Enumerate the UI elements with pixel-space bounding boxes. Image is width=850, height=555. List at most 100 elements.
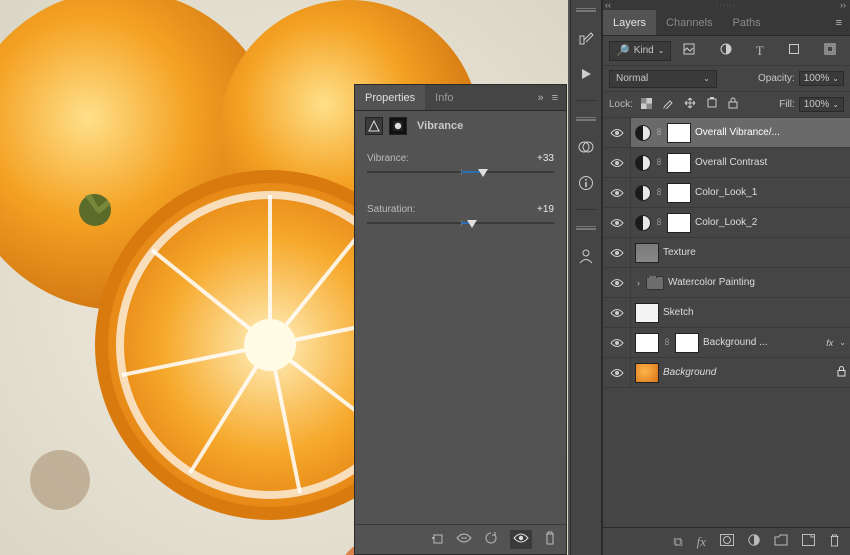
tab-channels[interactable]: Channels: [656, 10, 722, 35]
collapse-left-icon[interactable]: ‹‹: [605, 0, 611, 10]
expand-group-icon[interactable]: ›: [637, 278, 640, 288]
clip-to-layer-icon[interactable]: [430, 531, 444, 548]
visibility-toggle[interactable]: [603, 238, 631, 267]
visibility-toggle[interactable]: [603, 148, 631, 177]
saturation-value[interactable]: +19: [537, 204, 554, 215]
vibrance-value[interactable]: +33: [537, 153, 554, 164]
overlapping-circles-icon[interactable]: [576, 137, 596, 157]
new-layer-icon[interactable]: [802, 534, 815, 549]
layer-name[interactable]: Color_Look_2: [695, 217, 846, 228]
info-icon[interactable]: [576, 173, 596, 193]
visibility-toggle[interactable]: [603, 328, 631, 357]
layer-mask-thumb[interactable]: [667, 123, 691, 143]
blend-mode-select[interactable]: Normal ⌄: [609, 70, 717, 88]
tab-properties[interactable]: Properties: [355, 85, 425, 110]
visibility-toggle[interactable]: [603, 118, 631, 147]
tab-paths[interactable]: Paths: [723, 10, 771, 35]
visibility-toggle[interactable]: [603, 268, 631, 297]
layer-row[interactable]: Sketch: [603, 298, 850, 328]
visibility-toggle[interactable]: [603, 178, 631, 207]
layers-panel: ‹‹ :::::: ›› Layers Channels Paths ≡ 🔎 K…: [602, 0, 850, 555]
toggle-visibility-icon[interactable]: [510, 530, 532, 549]
fill-field[interactable]: 100%⌄: [799, 97, 844, 112]
filter-shape-icon[interactable]: [788, 43, 800, 58]
layer-name[interactable]: Overall Vibrance/...: [695, 127, 846, 138]
layer-row[interactable]: 𝟾 Background ... fx ⌄: [603, 328, 850, 358]
add-mask-icon[interactable]: [720, 534, 734, 549]
layer-row[interactable]: › Watercolor Painting: [603, 268, 850, 298]
layer-name[interactable]: Texture: [663, 247, 846, 258]
layer-name[interactable]: Overall Contrast: [695, 157, 846, 168]
layer-name[interactable]: Color_Look_1: [695, 187, 846, 198]
layer-row[interactable]: Texture: [603, 238, 850, 268]
link-layers-icon[interactable]: ⧉: [673, 534, 682, 550]
lock-transparency-icon[interactable]: [641, 98, 652, 112]
layers-list[interactable]: 𝟾 Overall Vibrance/... 𝟾 Overall Contrast 𝟾 C…: [603, 118, 850, 527]
tab-info[interactable]: Info: [425, 85, 463, 110]
visibility-toggle[interactable]: [603, 298, 631, 327]
link-icon[interactable]: 𝟾: [655, 217, 663, 228]
layer-thumb[interactable]: [635, 363, 659, 383]
collapse-arrows-icon[interactable]: »: [537, 92, 543, 104]
person-icon[interactable]: [576, 246, 596, 266]
layer-mask-thumb[interactable]: [667, 153, 691, 173]
link-icon[interactable]: 𝟾: [655, 187, 663, 198]
properties-footer: [355, 524, 566, 554]
layer-mask-thumb[interactable]: [667, 183, 691, 203]
lock-position-icon[interactable]: [684, 97, 696, 112]
visibility-toggle[interactable]: [603, 358, 631, 387]
filter-smart-icon[interactable]: [824, 43, 836, 58]
layer-name[interactable]: Background: [663, 367, 829, 378]
layer-name[interactable]: Sketch: [663, 307, 846, 318]
saturation-slider[interactable]: [367, 217, 554, 231]
layer-effects-badge[interactable]: fx: [826, 338, 833, 348]
adjustment-header: Vibrance: [355, 111, 566, 141]
filter-adjustment-icon[interactable]: [720, 43, 732, 58]
opacity-field[interactable]: 100%⌄: [799, 71, 844, 86]
vibrance-slider[interactable]: [367, 166, 554, 180]
layers-panel-menu-icon[interactable]: ≡: [828, 10, 850, 35]
layer-row[interactable]: 𝟾 Color_Look_1: [603, 178, 850, 208]
view-previous-icon[interactable]: [456, 532, 472, 547]
expand-right-icon[interactable]: ››: [840, 0, 846, 10]
layer-row[interactable]: 𝟾 Overall Vibrance/...: [603, 118, 850, 148]
history-brush-icon[interactable]: [576, 28, 596, 48]
layer-effects-icon[interactable]: fx: [697, 534, 706, 550]
link-icon[interactable]: 𝟾: [655, 157, 663, 168]
play-action-icon[interactable]: [576, 64, 596, 84]
layer-name[interactable]: Watercolor Painting: [668, 277, 846, 288]
visibility-toggle[interactable]: [603, 208, 631, 237]
layer-thumb[interactable]: [635, 333, 659, 353]
link-icon[interactable]: 𝟾: [655, 127, 663, 138]
panel-drag-bar[interactable]: ‹‹ :::::: ››: [603, 0, 850, 10]
layer-thumb[interactable]: [635, 243, 659, 263]
layer-name[interactable]: Background ...: [703, 337, 820, 348]
dock-grip[interactable]: [576, 226, 596, 230]
mask-mode-icon[interactable]: [389, 117, 407, 135]
saturation-slider-thumb[interactable]: [467, 220, 477, 228]
lock-artboard-icon[interactable]: [706, 97, 718, 112]
layer-thumb[interactable]: [635, 303, 659, 323]
layer-mask-thumb[interactable]: [667, 213, 691, 233]
layer-mask-thumb[interactable]: [675, 333, 699, 353]
layer-row[interactable]: 𝟾 Color_Look_2: [603, 208, 850, 238]
filter-kind-select[interactable]: 🔎 Kind ⌄: [609, 41, 671, 61]
dock-grip[interactable]: [576, 117, 596, 121]
filter-type-icon[interactable]: T: [756, 43, 764, 59]
chevron-down-icon[interactable]: ⌄: [839, 338, 846, 347]
new-adjustment-icon[interactable]: [748, 534, 760, 549]
filter-pixel-icon[interactable]: [683, 43, 695, 58]
vibrance-slider-thumb[interactable]: [478, 169, 488, 177]
tab-layers[interactable]: Layers: [603, 10, 656, 35]
layer-row[interactable]: Background: [603, 358, 850, 388]
link-icon[interactable]: 𝟾: [663, 337, 671, 348]
lock-all-icon[interactable]: [728, 97, 738, 112]
reset-icon[interactable]: [484, 531, 498, 548]
delete-adjustment-icon[interactable]: [544, 531, 556, 548]
new-group-icon[interactable]: [774, 534, 788, 549]
delete-layer-icon[interactable]: [829, 534, 840, 550]
panel-menu-icon[interactable]: ≡: [552, 92, 558, 104]
layer-row[interactable]: 𝟾 Overall Contrast: [603, 148, 850, 178]
lock-pixels-icon[interactable]: [662, 97, 674, 112]
dock-grip[interactable]: [576, 8, 596, 12]
